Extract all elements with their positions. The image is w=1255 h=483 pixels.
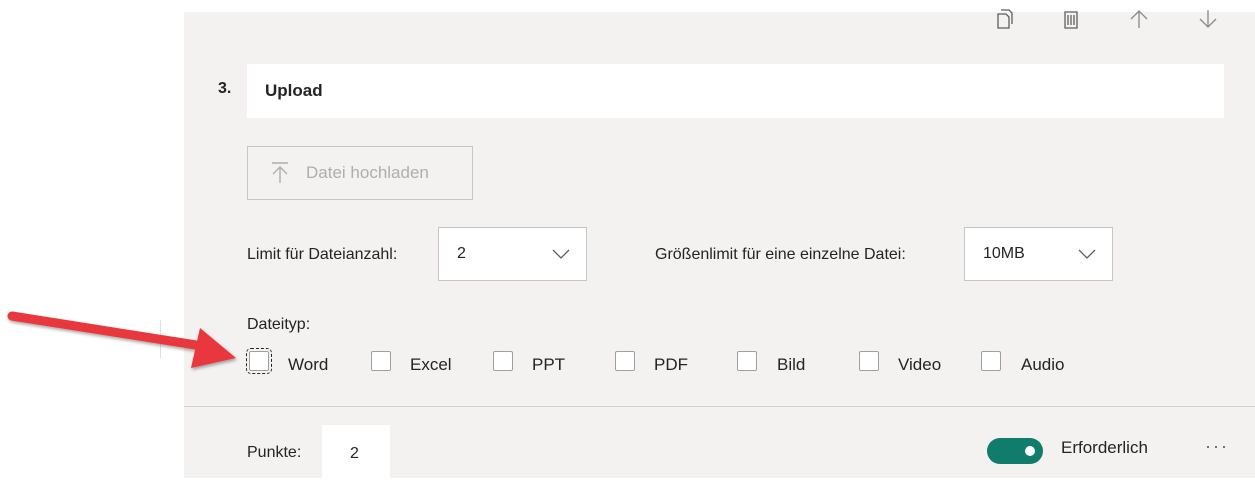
points-input[interactable]: 2 (322, 425, 390, 478)
upload-file-button[interactable]: Datei hochladen (247, 146, 473, 200)
delete-icon[interactable] (1060, 8, 1082, 30)
checkbox-ppt[interactable] (493, 351, 513, 371)
required-toggle[interactable] (987, 438, 1043, 464)
checkbox-video[interactable] (859, 351, 879, 371)
upload-file-label: Datei hochladen (306, 163, 429, 182)
file-count-select[interactable]: 2 (438, 227, 587, 281)
checkbox-label-bild: Bild (777, 355, 806, 374)
file-count-value: 2 (457, 245, 466, 262)
checkbox-label-video: Video (898, 355, 942, 374)
file-size-value: 10MB (983, 245, 1025, 262)
section-divider (184, 406, 1255, 407)
checkbox-label-excel: Excel (410, 355, 452, 374)
required-label: Erforderlich (1061, 438, 1148, 457)
checkbox-bild[interactable] (737, 351, 757, 371)
move-up-icon[interactable] (1128, 8, 1150, 30)
toggle-knob (1025, 446, 1035, 456)
file-size-label: Größenlimit für eine einzelne Datei: (655, 246, 906, 263)
move-down-icon[interactable] (1197, 8, 1219, 30)
upload-icon (272, 162, 288, 183)
checkbox-excel[interactable] (371, 351, 391, 371)
question-number: 3. (218, 80, 232, 97)
checkbox-label-pdf: PDF (654, 355, 688, 374)
annotation-arrow (7, 311, 236, 368)
checkbox-label-ppt: PPT (532, 355, 566, 374)
question-title-input[interactable]: Upload (247, 64, 1224, 118)
chevron-down-icon (1078, 249, 1096, 259)
file-count-label: Limit für Dateianzahl: (247, 246, 398, 263)
chevron-down-icon (552, 249, 570, 259)
checkbox-audio[interactable] (981, 351, 1001, 371)
checkbox-label-word: Word (288, 355, 329, 374)
points-label: Punkte: (247, 444, 302, 461)
checkbox-label-audio: Audio (1021, 355, 1065, 374)
more-options-icon[interactable]: ··· (1205, 436, 1229, 457)
copy-icon[interactable] (993, 8, 1015, 30)
checkbox-pdf[interactable] (615, 351, 635, 371)
file-size-select[interactable]: 10MB (964, 227, 1113, 281)
